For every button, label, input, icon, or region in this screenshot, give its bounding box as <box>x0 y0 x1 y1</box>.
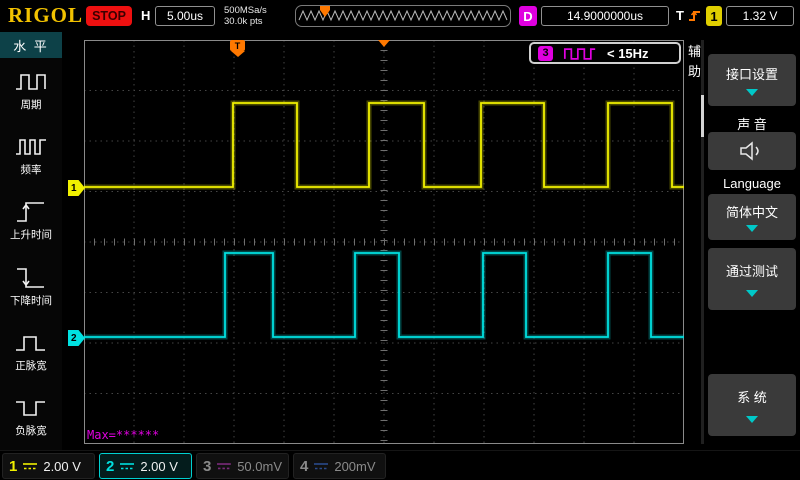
sample-rate: 500MSa/s <box>224 5 267 16</box>
ch2-marker-label: 2 <box>71 332 77 344</box>
ch1-scale: 2.00 V <box>43 458 81 474</box>
period-icon <box>16 73 46 90</box>
softkey-language-label: Language <box>723 176 781 191</box>
trigger-position-arrow-icon <box>230 51 245 57</box>
dc-coupling-icon <box>120 463 135 470</box>
frequency-counter: 3 < 15Hz <box>529 42 681 64</box>
softkey-system[interactable]: 系 统 <box>708 374 796 436</box>
dc-coupling-icon <box>314 463 329 470</box>
run-state-badge: STOP <box>86 6 132 26</box>
ch4-number: 4 <box>300 457 309 475</box>
negative-pulse-width-icon <box>16 401 45 417</box>
chevron-down-icon <box>746 225 758 232</box>
waveform-display: T 3 < 15Hz Max=****** <box>84 40 684 444</box>
memory-depth: 30.0k pts <box>224 16 263 27</box>
ch2-number: 2 <box>106 457 115 475</box>
measure-item-label: 负脉宽 <box>15 425 47 438</box>
rising-edge-icon <box>689 10 700 21</box>
ch3-number: 3 <box>203 457 212 475</box>
measure-menu-title[interactable]: 水 平 <box>0 32 62 58</box>
oscilloscope-screen: RIGOL STOP H 5.00us 500MSa/s 30.0k pts D… <box>0 0 800 480</box>
horizontal-label: H <box>141 8 151 23</box>
acquisition-readout: 500MSa/s 30.0k pts <box>224 5 267 27</box>
measure-item-label: 上升时间 <box>10 229 52 242</box>
waveform-ch2-glow <box>84 250 684 340</box>
menu-scrollbar-thumb[interactable] <box>701 95 704 137</box>
fall-time-icon <box>17 267 44 288</box>
ch1-number: 1 <box>9 457 18 475</box>
counter-source-badge: 3 <box>538 45 553 61</box>
softkey-sound[interactable] <box>708 132 796 170</box>
dc-coupling-icon <box>23 463 38 470</box>
measure-item-label: 频率 <box>20 163 42 176</box>
window-center-marker-icon <box>378 40 390 47</box>
ch1-status[interactable]: 1 2.00 V <box>2 453 95 479</box>
menu-scrollbar[interactable] <box>701 40 704 444</box>
ch1-level-marker[interactable]: 1 <box>68 180 85 196</box>
delay-readout: 14.9000000us <box>541 6 669 26</box>
trigger-position-label: T <box>230 40 245 51</box>
square-wave-icon <box>563 47 596 60</box>
softkey-label: 系 统 <box>737 390 767 406</box>
speaker-icon <box>740 141 759 161</box>
memory-waveform-bar <box>295 5 511 27</box>
softkey-sound-label: 声 音 <box>737 117 767 132</box>
measure-item-period[interactable]: 周期 <box>0 58 62 123</box>
chevron-down-icon <box>746 289 758 297</box>
measure-item-label: 下降时间 <box>10 294 52 307</box>
positive-pulse-width-icon <box>16 336 45 351</box>
measure-item-frequency[interactable]: 频率 <box>0 123 62 188</box>
chevron-down-icon <box>746 89 758 96</box>
ch3-scale: 50.0mV <box>237 458 282 474</box>
waveform-ch1-glow <box>84 100 684 190</box>
measure-item-label: 周期 <box>20 98 42 111</box>
chevron-down-icon <box>746 415 758 423</box>
frequency-icon <box>16 139 46 155</box>
softkey-io-setup[interactable]: 接口设置 <box>708 54 796 106</box>
measure-item-negative-width[interactable]: 负脉宽 <box>0 385 62 450</box>
measure-item-fall-time[interactable]: 下降时间 <box>0 254 62 319</box>
measure-item-positive-width[interactable]: 正脉宽 <box>0 319 62 384</box>
waveform-ch2 <box>84 252 684 338</box>
memory-waveform-icon <box>298 6 508 22</box>
counter-value: < 15Hz <box>607 45 649 61</box>
softkey-label: 通过测试 <box>725 264 778 280</box>
channel-status-bar: 1 2.00 V 2 2.00 V 3 50.0mV 4 200mV <box>0 450 800 480</box>
dc-coupling-icon <box>217 463 232 470</box>
trigger-source-badge: 1 <box>706 6 722 26</box>
aux-menu: 辅助 接口设置 声 音 Language 简体中文 通过测试 系 统 <box>684 32 800 450</box>
waveforms <box>84 100 684 340</box>
delay-badge: D <box>519 6 537 26</box>
ch1-marker-label: 1 <box>71 182 77 194</box>
max-readout: Max=****** <box>87 428 160 442</box>
trigger-position-marker[interactable]: T <box>230 40 245 57</box>
ch2-scale: 2.00 V <box>140 458 178 474</box>
ch4-scale: 200mV <box>334 458 376 474</box>
trigger-level-readout: 1.32 V <box>726 6 794 26</box>
rise-time-icon <box>17 202 44 223</box>
softkey-value: 简体中文 <box>725 205 778 220</box>
waveform-ch1 <box>84 102 684 188</box>
softkey-label: 接口设置 <box>725 67 778 82</box>
top-bar: RIGOL STOP H 5.00us 500MSa/s 30.0k pts D… <box>0 0 800 32</box>
softkey-language[interactable]: 简体中文 <box>708 194 796 240</box>
measure-item-label: 正脉宽 <box>15 359 47 372</box>
timebase-readout: 5.00us <box>155 6 215 26</box>
ch2-status[interactable]: 2 2.00 V <box>99 453 192 479</box>
ch4-status[interactable]: 4 200mV <box>293 453 386 479</box>
measure-item-rise-time[interactable]: 上升时间 <box>0 189 62 254</box>
aux-menu-title: 辅助 <box>687 44 701 79</box>
trigger-label: T <box>676 8 684 23</box>
softkey-pass-fail[interactable]: 通过测试 <box>708 248 796 310</box>
measure-menu: 水 平 周期 频率 上升时间 下降时间 正脉宽 负脉宽 <box>0 32 62 450</box>
memory-trigger-marker-icon <box>320 6 330 10</box>
ch2-level-marker[interactable]: 2 <box>68 330 85 346</box>
brand-logo: RIGOL <box>8 3 84 27</box>
ch3-status[interactable]: 3 50.0mV <box>196 453 289 479</box>
